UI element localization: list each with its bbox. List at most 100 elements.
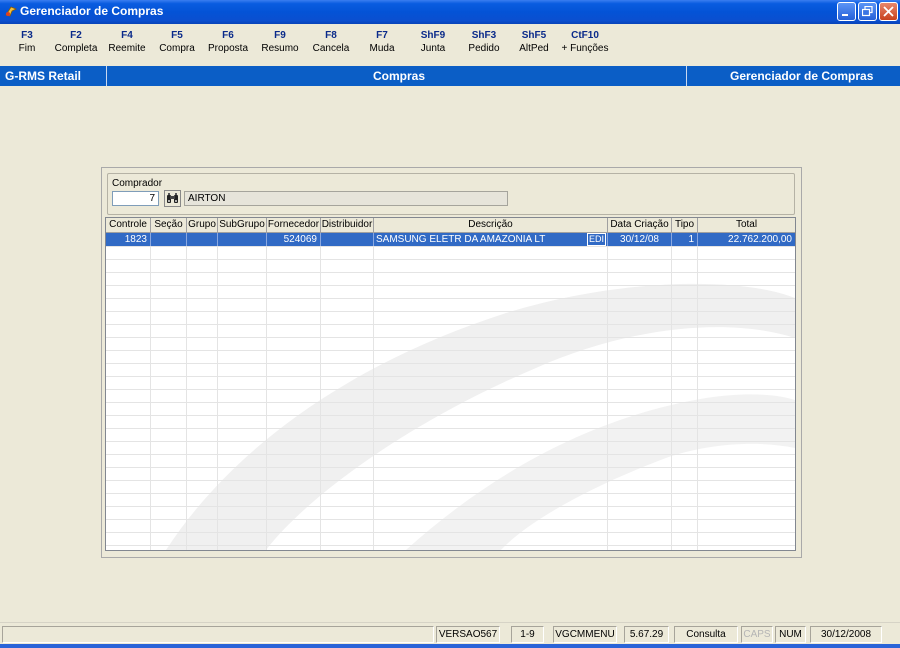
fkey-shf9-junta[interactable]: ShF9 Junta <box>407 30 459 54</box>
close-icon <box>883 6 894 17</box>
grid-row-line <box>106 298 795 299</box>
fkey-key: ShF5 <box>521 30 547 41</box>
fkey-shf5-altped[interactable]: ShF5 AltPed <box>508 30 560 54</box>
grid-row-line <box>106 467 795 468</box>
fkey-label: AltPed <box>519 43 549 54</box>
fkey-label: Junta <box>420 43 446 54</box>
fkey-label: Proposta <box>207 43 249 54</box>
col-header-descricao[interactable]: Descrição <box>374 218 608 233</box>
grid-col-line <box>266 246 267 550</box>
cell-total[interactable]: 22.762.200,00 <box>698 233 795 246</box>
grid-row-line <box>106 285 795 286</box>
fkey-key: F3 <box>21 30 33 41</box>
cell-distribuidor[interactable] <box>321 233 374 246</box>
col-header-subgrupo[interactable]: SubGrupo <box>218 218 267 233</box>
fkey-f7-muda[interactable]: F7 Muda <box>356 30 408 54</box>
search-comprador-button[interactable] <box>164 190 181 207</box>
fkey-label: Resumo <box>261 43 299 54</box>
col-header-secao[interactable]: Seção <box>151 218 187 233</box>
fkey-f2-completa[interactable]: F2 Completa <box>50 30 102 54</box>
grid-row-line <box>106 337 795 338</box>
fkey-f4-reemite[interactable]: F4 Reemite <box>101 30 153 54</box>
status-num: NUM <box>775 626 806 643</box>
watermark-logo <box>166 283 795 550</box>
fkey-key: CtF10 <box>571 30 599 41</box>
cell-tipo[interactable]: 1 <box>672 233 698 246</box>
product-name: G-RMS Retail <box>5 69 82 83</box>
minimize-button[interactable] <box>837 2 856 21</box>
fkey-f5-compra[interactable]: F5 Compra <box>151 30 203 54</box>
comprador-label: Comprador <box>112 178 163 189</box>
status-build: 5.67.29 <box>624 626 669 643</box>
col-header-data-criacao[interactable]: Data Criação <box>608 218 672 233</box>
grid-row-line <box>106 519 795 520</box>
fkey-f8-cancela[interactable]: F8 Cancela <box>305 30 357 54</box>
cell-fornecedor[interactable]: 524069 <box>267 233 321 246</box>
cell-subgrupo[interactable] <box>218 233 267 246</box>
band-divider <box>686 66 687 86</box>
col-header-grupo[interactable]: Grupo <box>187 218 218 233</box>
col-header-tipo[interactable]: Tipo <box>672 218 698 233</box>
restore-button[interactable] <box>858 2 877 21</box>
close-button[interactable] <box>879 2 898 21</box>
restore-icon <box>862 6 873 17</box>
module-name: Compras <box>373 69 426 83</box>
status-range: 1-9 <box>511 626 544 643</box>
status-caps: CAPS <box>741 626 773 643</box>
comprador-name-field: AIRTON <box>184 191 508 206</box>
fkey-key: F6 <box>222 30 234 41</box>
comprador-group: Comprador 7 AIRTON <box>107 173 795 215</box>
fkey-label: Completa <box>54 43 98 54</box>
grid-row-line <box>106 506 795 507</box>
fkey-key: F4 <box>121 30 133 41</box>
band-divider <box>106 66 107 86</box>
status-date: 30/12/2008 <box>810 626 882 643</box>
status-version: VERSAO567 <box>436 626 500 643</box>
fkey-key: ShF9 <box>420 30 446 41</box>
grid-col-line <box>186 246 187 550</box>
grid-row-line <box>106 389 795 390</box>
fkey-ctf10-funcoes[interactable]: CtF10 + Funções <box>559 30 611 54</box>
fkey-label: + Funções <box>561 43 609 54</box>
bottom-edge <box>0 644 900 648</box>
fkey-key: F8 <box>325 30 337 41</box>
fkey-key: F7 <box>376 30 388 41</box>
grid-row-line <box>106 363 795 364</box>
fkey-f6-proposta[interactable]: F6 Proposta <box>202 30 254 54</box>
function-key-toolbar: F3 Fim F2 Completa F4 Reemite F5 Compra F6 Pr… <box>0 24 900 66</box>
app-icon <box>5 6 17 17</box>
comprador-code-input[interactable]: 7 <box>112 191 159 206</box>
cell-grupo[interactable] <box>187 233 218 246</box>
fkey-label: Muda <box>369 43 395 54</box>
grid-row-line <box>106 246 795 247</box>
grid-row-line <box>106 441 795 442</box>
col-header-total[interactable]: Total <box>698 218 795 233</box>
fkey-shf3-pedido[interactable]: ShF3 Pedido <box>458 30 510 54</box>
purchases-grid[interactable]: Controle Seção Grupo SubGrupo Fornecedor… <box>105 217 796 551</box>
grid-row-line <box>106 454 795 455</box>
col-header-distribuidor[interactable]: Distribuidor <box>321 218 374 233</box>
col-header-fornecedor[interactable]: Fornecedor <box>267 218 321 233</box>
window-title: Gerenciador de Compras <box>20 4 164 18</box>
grid-row-line <box>106 272 795 273</box>
grid-row-line <box>106 532 795 533</box>
col-header-controle[interactable]: Controle <box>106 218 151 233</box>
grid-col-line <box>320 246 321 550</box>
cell-data-criacao[interactable]: 30/12/08 <box>608 233 672 246</box>
header-band: G-RMS Retail Compras Gerenciador de Comp… <box>0 66 900 86</box>
screen-name: Gerenciador de Compras <box>730 69 874 83</box>
cell-controle[interactable]: 1823 <box>106 233 151 246</box>
cell-descricao[interactable]: SAMSUNG ELETR DA AMAZONIA LT EDI <box>374 233 608 246</box>
fkey-label: Reemite <box>108 43 146 54</box>
fkey-f3-fim[interactable]: F3 Fim <box>1 30 53 54</box>
fkey-key: ShF3 <box>471 30 497 41</box>
fkey-f9-resumo[interactable]: F9 Resumo <box>254 30 306 54</box>
grid-row-line <box>106 324 795 325</box>
grid-col-line <box>150 246 151 550</box>
grid-row-line <box>106 480 795 481</box>
grid-col-line <box>671 246 672 550</box>
cell-secao[interactable] <box>151 233 187 246</box>
fkey-key: F2 <box>70 30 82 41</box>
grid-row-line <box>106 415 795 416</box>
grid-row-line <box>106 402 795 403</box>
